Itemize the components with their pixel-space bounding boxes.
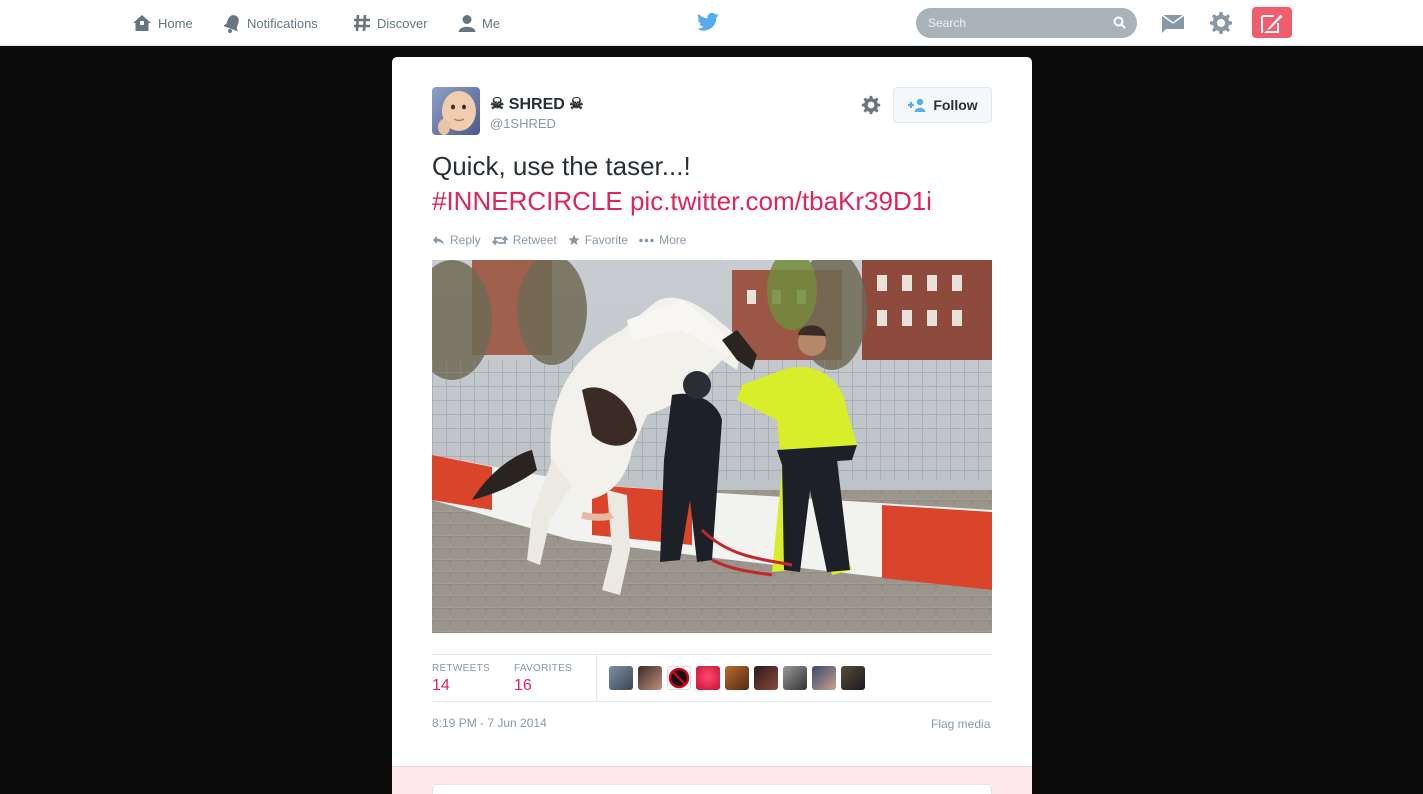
search-icon[interactable] bbox=[1113, 16, 1126, 29]
follow-button-label: Follow bbox=[933, 97, 978, 113]
favoriter-avatar[interactable] bbox=[841, 666, 865, 690]
tweet-author-username[interactable]: @1SHRED bbox=[490, 116, 556, 131]
retweet-icon bbox=[491, 235, 508, 245]
more-label: More bbox=[659, 233, 687, 247]
reply-label: Reply bbox=[450, 233, 481, 247]
twitter-bird-icon bbox=[697, 12, 719, 31]
nav-me[interactable]: Me bbox=[458, 0, 500, 46]
favoriter-avatar[interactable] bbox=[667, 666, 691, 690]
user-actions-button[interactable] bbox=[861, 95, 881, 120]
nav-discover-label: Discover bbox=[377, 15, 428, 31]
nav-home[interactable]: Home bbox=[132, 0, 193, 46]
tweet-author-fullname[interactable]: ☠ SHRED ☠ bbox=[490, 94, 584, 114]
tweet-stats: RETWEETS 14 FAVORITES 16 bbox=[432, 654, 992, 702]
tweet-photo[interactable] bbox=[432, 260, 992, 633]
favorites-stat[interactable]: FAVORITES 16 bbox=[514, 663, 572, 695]
gear-icon bbox=[861, 95, 881, 115]
avatar[interactable] bbox=[432, 87, 480, 135]
tweet-body-text: Quick, use the taser...! bbox=[432, 151, 691, 181]
stats-divider bbox=[596, 655, 597, 702]
search-box bbox=[916, 8, 1137, 38]
retweets-stat[interactable]: RETWEETS 14 bbox=[432, 663, 490, 695]
twitter-logo[interactable] bbox=[697, 12, 719, 37]
favoriter-avatar[interactable] bbox=[812, 666, 836, 690]
favoriter-avatar[interactable] bbox=[754, 666, 778, 690]
reply-button[interactable]: Reply bbox=[432, 233, 481, 247]
more-dots-icon bbox=[639, 238, 654, 242]
favoriter-avatar[interactable] bbox=[725, 666, 749, 690]
hashtag-icon bbox=[354, 14, 370, 32]
person-icon bbox=[458, 15, 476, 32]
favoriter-avatar[interactable] bbox=[696, 666, 720, 690]
envelope-icon bbox=[1161, 14, 1185, 33]
flag-media-link[interactable]: Flag media bbox=[931, 717, 990, 731]
no-entry-icon bbox=[668, 667, 690, 689]
avatar-image bbox=[432, 87, 480, 135]
star-icon bbox=[568, 234, 580, 245]
bell-icon bbox=[224, 14, 239, 33]
favoriter-avatar[interactable] bbox=[609, 666, 633, 690]
top-navigation-bar: Home Notifications Discover Me bbox=[0, 0, 1423, 46]
home-icon bbox=[133, 15, 151, 31]
settings-button[interactable] bbox=[1209, 11, 1233, 40]
retweets-count: 14 bbox=[432, 677, 450, 694]
favorites-label: FAVORITES bbox=[514, 663, 573, 674]
add-user-icon bbox=[908, 98, 926, 112]
reply-icon bbox=[433, 235, 444, 245]
follow-button[interactable]: Follow bbox=[893, 87, 992, 123]
tweet-photo-image bbox=[432, 260, 992, 633]
tweet-text: Quick, use the taser...! #INNERCIRCLE pi… bbox=[432, 149, 1002, 219]
favorite-button[interactable]: Favorite bbox=[568, 233, 628, 247]
gear-icon bbox=[1210, 12, 1232, 34]
compose-tweet-button[interactable] bbox=[1252, 7, 1292, 38]
favoriter-avatars bbox=[609, 666, 870, 690]
tweet-actions: Reply Retweet Favorite More bbox=[432, 233, 697, 247]
reply-area bbox=[392, 766, 1032, 794]
more-button[interactable]: More bbox=[639, 233, 686, 247]
search-input[interactable] bbox=[916, 8, 1137, 38]
tweet-timestamp[interactable]: 8:19 PM - 7 Jun 2014 bbox=[432, 716, 547, 730]
reply-input[interactable] bbox=[432, 784, 992, 794]
tweet-card: ☠ SHRED ☠ @1SHRED Follow Quick, use the … bbox=[392, 57, 1032, 794]
compose-icon bbox=[1261, 11, 1283, 34]
favorites-count: 16 bbox=[514, 677, 532, 694]
favoriter-avatar[interactable] bbox=[638, 666, 662, 690]
favoriter-avatar[interactable] bbox=[783, 666, 807, 690]
direct-messages-button[interactable] bbox=[1161, 12, 1185, 39]
nav-me-label: Me bbox=[482, 15, 501, 31]
nav-notifications-label: Notifications bbox=[247, 15, 318, 31]
retweets-label: RETWEETS bbox=[432, 663, 490, 674]
favorite-label: Favorite bbox=[584, 233, 629, 247]
retweet-label: Retweet bbox=[512, 233, 557, 247]
retweet-button[interactable]: Retweet bbox=[491, 233, 557, 247]
hashtag-link[interactable]: #INNERCIRCLE bbox=[432, 186, 623, 216]
nav-notifications[interactable]: Notifications bbox=[224, 0, 318, 46]
nav-discover[interactable]: Discover bbox=[353, 0, 428, 46]
nav-home-label: Home bbox=[158, 15, 193, 31]
pic-link[interactable]: pic.twitter.com/tbaKr39D1i bbox=[630, 186, 932, 216]
